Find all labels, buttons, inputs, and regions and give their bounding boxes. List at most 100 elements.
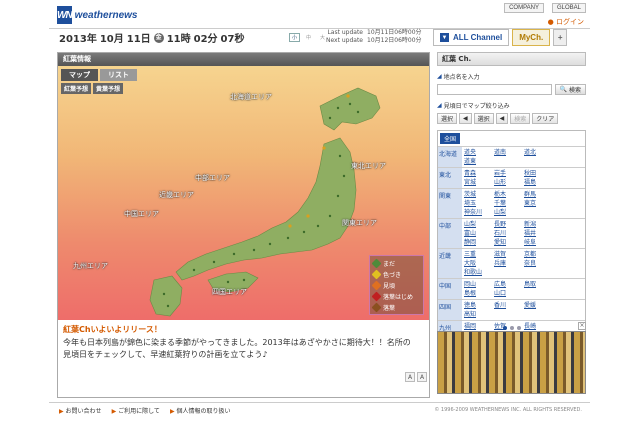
prefecture-link[interactable]: 宮城 bbox=[464, 178, 494, 187]
prefecture-link[interactable]: 神奈川 bbox=[464, 208, 494, 217]
prefecture-link[interactable]: 長野 bbox=[494, 220, 524, 229]
area-tohoku[interactable]: 東北エリア bbox=[351, 161, 386, 171]
region-name[interactable]: 北海道 bbox=[438, 147, 462, 167]
font-decrease-button[interactable]: A bbox=[405, 372, 415, 382]
filter-clear-button[interactable]: クリア bbox=[532, 113, 559, 124]
japan-leaves-map[interactable]: マップ リスト 紅葉予想 黄葉予想 北海道エリア 東北エリア 中部エリア 近畿エ… bbox=[58, 66, 429, 320]
prefecture-link[interactable]: 福井 bbox=[524, 229, 554, 238]
footer-link-label: お問い合わせ bbox=[65, 407, 102, 415]
prefecture-link[interactable]: 千葉 bbox=[494, 199, 524, 208]
carousel-dot[interactable] bbox=[509, 326, 514, 330]
prefecture-link[interactable]: 愛知 bbox=[494, 238, 524, 247]
prefecture-link[interactable]: 道北 bbox=[524, 148, 554, 157]
prefecture-link[interactable]: 静岡 bbox=[464, 238, 494, 247]
prefecture-link[interactable]: 東京 bbox=[524, 199, 554, 208]
prefecture-link[interactable]: 香川 bbox=[494, 301, 524, 310]
company-link[interactable]: COMPANY bbox=[504, 3, 544, 13]
prefecture-link[interactable]: 福島 bbox=[524, 178, 554, 187]
area-chubu[interactable]: 中部エリア bbox=[195, 173, 230, 183]
footer-link-terms[interactable]: ▶ ご利用に際して bbox=[112, 406, 160, 415]
advertisement-banner[interactable] bbox=[437, 331, 586, 394]
prefecture-link[interactable]: 愛媛 bbox=[524, 301, 554, 310]
prefecture-link[interactable]: 青森 bbox=[464, 169, 494, 178]
prefecture-link[interactable]: 栃木 bbox=[494, 190, 524, 199]
prefecture-link[interactable]: 島根 bbox=[464, 289, 494, 298]
prefecture-link[interactable]: 徳島 bbox=[464, 301, 494, 310]
prefecture-link[interactable]: 広島 bbox=[494, 280, 524, 289]
area-kanto[interactable]: 関東エリア bbox=[342, 218, 377, 228]
carousel-dot[interactable] bbox=[502, 326, 507, 330]
tab-list[interactable]: リスト bbox=[100, 69, 137, 81]
prefecture-link[interactable]: 京都 bbox=[524, 250, 554, 259]
tab-red-leaves[interactable]: 紅葉予想 bbox=[61, 83, 92, 94]
prefecture-link[interactable]: 和歌山 bbox=[464, 268, 494, 277]
region-name[interactable]: 中国 bbox=[438, 279, 462, 299]
area-hokkaido[interactable]: 北海道エリア bbox=[230, 92, 272, 102]
region-all-button[interactable]: 全国 bbox=[440, 133, 461, 144]
region-name[interactable]: 中部 bbox=[438, 219, 462, 248]
prefecture-link[interactable]: 大阪 bbox=[464, 259, 494, 268]
login-link[interactable]: ● ログイン bbox=[548, 17, 584, 27]
prefecture-link[interactable]: 富山 bbox=[464, 229, 494, 238]
search-button-label: 検索 bbox=[568, 87, 581, 94]
filter-start-select[interactable]: 選択 bbox=[437, 113, 458, 124]
region-name[interactable]: 近畿 bbox=[438, 249, 462, 278]
region-name[interactable]: 関東 bbox=[438, 189, 462, 218]
add-channel-button[interactable]: + bbox=[553, 29, 568, 46]
close-icon[interactable]: × bbox=[578, 322, 586, 330]
text-size-medium[interactable]: 中 bbox=[303, 33, 314, 42]
prefecture-link[interactable]: 新潟 bbox=[524, 220, 554, 229]
area-kyushu[interactable]: 九州エリア bbox=[73, 261, 108, 271]
prefecture-link[interactable]: 道南 bbox=[494, 148, 524, 157]
prefecture-link[interactable]: 茨城 bbox=[464, 190, 494, 199]
region-name[interactable]: 四国 bbox=[438, 300, 462, 320]
prefecture-link[interactable]: 山口 bbox=[494, 289, 524, 298]
prefecture-link[interactable]: 山形 bbox=[494, 178, 524, 187]
prefecture-link[interactable]: 鳥取 bbox=[524, 280, 554, 289]
prefecture-link[interactable]: 高知 bbox=[464, 310, 494, 319]
weathernews-logo[interactable]: WN weathernews bbox=[57, 4, 137, 26]
area-chugoku[interactable]: 中国エリア bbox=[124, 209, 159, 219]
prefecture-link[interactable]: 山梨 bbox=[494, 208, 524, 217]
global-link[interactable]: GLOBAL bbox=[551, 3, 586, 13]
prefecture-link[interactable]: 岩手 bbox=[494, 169, 524, 178]
region-name[interactable]: 東北 bbox=[438, 168, 462, 188]
prefecture-link[interactable]: 道央 bbox=[464, 148, 494, 157]
channel-sidebar: 紅葉 Ch. ◢ 地点名を入力 🔍 検索 ◢ 見頃日でマップ絞り込み 選択 ◀ 選択 … bbox=[437, 52, 586, 398]
prefecture-link[interactable]: 奈良 bbox=[524, 259, 554, 268]
filter-search-button[interactable]: 検索 bbox=[510, 113, 531, 124]
filter-start-arrow[interactable]: ◀ bbox=[459, 113, 472, 124]
prefecture-link[interactable]: 岐阜 bbox=[524, 238, 554, 247]
filter-end-select[interactable]: 選択 bbox=[473, 113, 494, 124]
footer-link-privacy[interactable]: ▶ 個人情報の取り扱い bbox=[170, 406, 231, 415]
region-list: 全国 北海道 道央 道南 道北道東 東北 青森 岩手 秋田宮城 山形 福島関東 茨城 栃木 群馬埼玉 千葉… bbox=[437, 130, 586, 351]
prefecture-link[interactable]: 群馬 bbox=[524, 190, 554, 199]
prefecture-link[interactable]: 埼玉 bbox=[464, 199, 494, 208]
prefecture-link[interactable]: 石川 bbox=[494, 229, 524, 238]
leaf-status-legend: まだ 色づき 見頃 落葉はじめ 落葉 bbox=[369, 255, 424, 315]
area-shikoku[interactable]: 四国エリア bbox=[212, 287, 247, 297]
area-kinki[interactable]: 近畿エリア bbox=[159, 190, 194, 200]
carousel-dot[interactable] bbox=[516, 326, 521, 330]
tab-yellow-leaves[interactable]: 黄葉予想 bbox=[93, 83, 124, 94]
prefecture-link[interactable]: 兵庫 bbox=[494, 259, 524, 268]
last-update-label: Last update bbox=[327, 29, 363, 36]
tab-map[interactable]: マップ bbox=[61, 69, 98, 81]
prefecture-link[interactable]: 山梨 bbox=[464, 220, 494, 229]
filter-end-arrow[interactable]: ◀ bbox=[495, 113, 509, 124]
footer-link-contact[interactable]: ▶ お問い合わせ bbox=[59, 406, 102, 415]
prefecture-link[interactable]: 岡山 bbox=[464, 280, 494, 289]
tab-all-channel[interactable]: ▼ ALL Channel bbox=[433, 29, 510, 46]
prefecture-link[interactable]: 道東 bbox=[464, 157, 494, 166]
footer-link-label: ご利用に際して bbox=[118, 407, 160, 415]
search-button[interactable]: 🔍 検索 bbox=[554, 84, 586, 95]
region-row: 北海道 道央 道南 道北道東 bbox=[438, 146, 585, 167]
prefecture-link[interactable]: 滋賀 bbox=[494, 250, 524, 259]
location-search-input[interactable] bbox=[437, 84, 552, 95]
font-increase-button[interactable]: A bbox=[417, 372, 427, 382]
tab-my-channel[interactable]: MyCh. bbox=[512, 29, 551, 46]
text-size-small[interactable]: 小 bbox=[289, 33, 301, 42]
prefecture-link[interactable]: 秋田 bbox=[524, 169, 554, 178]
prefecture-link[interactable]: 三重 bbox=[464, 250, 494, 259]
legend-item: まだ bbox=[371, 258, 420, 269]
